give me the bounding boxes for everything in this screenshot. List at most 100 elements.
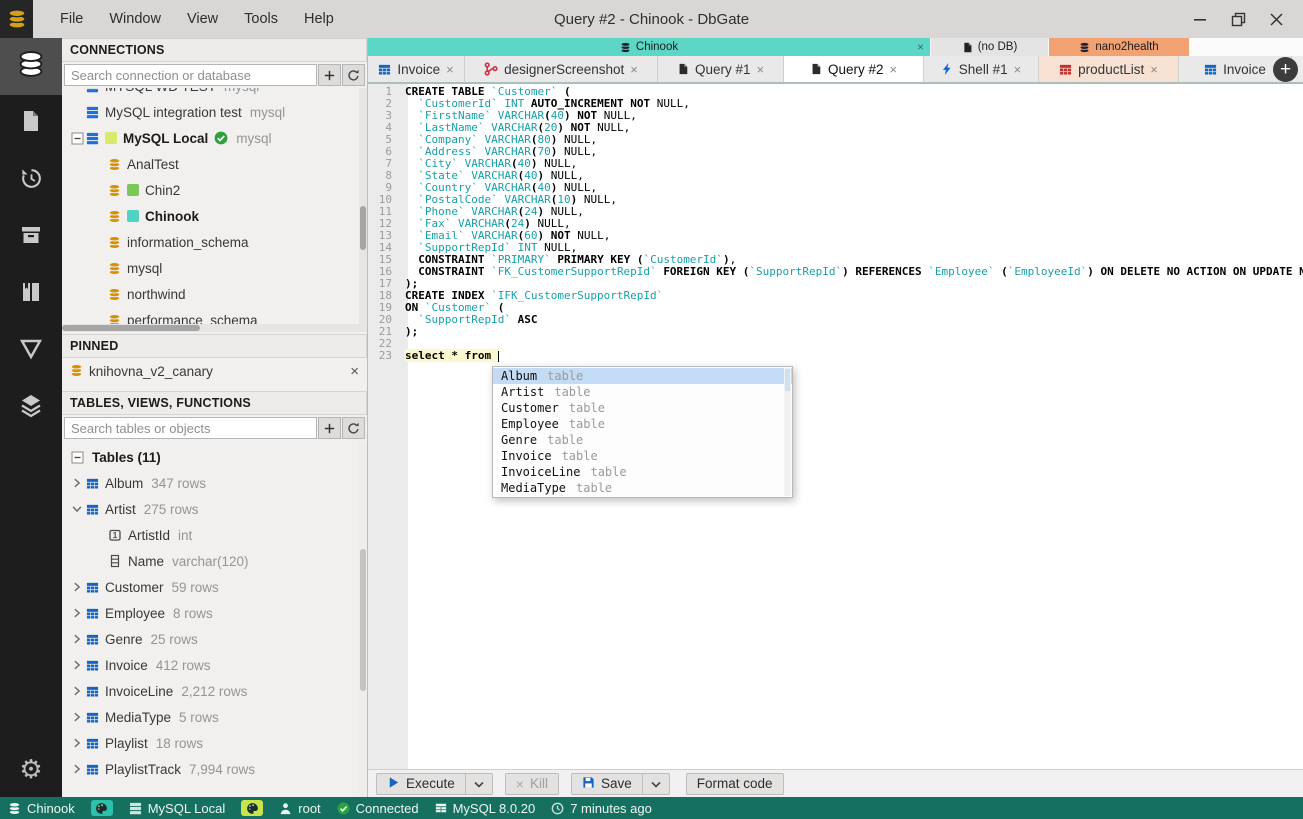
save-dropdown-button[interactable]	[642, 772, 670, 795]
autocomplete-item-artist[interactable]: Artist table	[493, 384, 792, 400]
collapse-icon[interactable]	[70, 451, 84, 464]
chevron-right-icon[interactable]	[70, 763, 84, 775]
status-root[interactable]: root	[279, 801, 321, 816]
connection-item-mysql-integration-test[interactable]: MySQL integration test mysql	[62, 99, 367, 125]
table-item-tables-11-[interactable]: Tables (11)	[62, 444, 367, 470]
tab-query-2[interactable]: Query #2 ×	[784, 56, 924, 82]
close-button[interactable]	[1261, 4, 1291, 34]
refresh-tables-button[interactable]	[342, 417, 365, 439]
activity-archive-icon[interactable]	[0, 209, 62, 266]
table-item-playlisttrack[interactable]: PlaylistTrack 7,994 rows	[62, 756, 367, 782]
autocomplete-scrollbar[interactable]	[784, 368, 791, 496]
close-tab-icon[interactable]: ×	[756, 62, 764, 77]
chevron-down-icon[interactable]	[70, 503, 84, 515]
autocomplete-item-invoice[interactable]: Invoice table	[493, 448, 792, 464]
refresh-connections-button[interactable]	[342, 64, 365, 86]
activity-funnel-icon[interactable]	[0, 323, 62, 380]
table-item-customer[interactable]: Customer 59 rows	[62, 574, 367, 600]
menu-item-view[interactable]: View	[174, 0, 231, 38]
close-tab-icon[interactable]: ×	[1014, 62, 1022, 77]
table-item-genre[interactable]: Genre 25 rows	[62, 626, 367, 652]
chevron-right-icon[interactable]	[70, 711, 84, 723]
menu-item-file[interactable]: File	[47, 0, 96, 38]
connections-vscrollbar[interactable]	[359, 88, 367, 332]
tables-vscrollbar[interactable]	[359, 441, 367, 797]
save-button[interactable]: Save	[570, 772, 643, 795]
connection-item-mysql-wd-test[interactable]: MYSQL WD TEST mysql	[62, 88, 367, 99]
tab-invoice[interactable]: Invoice ×	[368, 56, 465, 82]
add-table-button[interactable]	[318, 417, 341, 439]
minimize-button[interactable]	[1185, 4, 1215, 34]
tab-query-1[interactable]: Query #1 ×	[658, 56, 784, 82]
chevron-right-icon[interactable]	[70, 737, 84, 749]
status-chinook[interactable]: Chinook	[8, 801, 75, 816]
connection-item-chinook[interactable]: Chinook	[62, 203, 367, 229]
connection-item-mysql-local[interactable]: MySQL Local mysql	[62, 125, 367, 151]
table-item-employee[interactable]: Employee 8 rows	[62, 600, 367, 626]
status-mysql-8-0-20[interactable]: MySQL 8.0.20	[435, 801, 535, 816]
connection-item-mysql[interactable]: mysql	[62, 255, 367, 281]
connection-item-information-schema[interactable]: information_schema	[62, 229, 367, 255]
activity-file-icon[interactable]	[0, 95, 62, 152]
status-connected[interactable]: Connected	[337, 801, 419, 816]
autocomplete-item-genre[interactable]: Genre table	[493, 432, 792, 448]
execute-dropdown-button[interactable]	[465, 772, 493, 795]
tab-group-chinook[interactable]: Chinook ×	[368, 38, 930, 56]
tab-shell-1[interactable]: Shell #1 ×	[924, 56, 1039, 82]
close-tab-icon[interactable]: ×	[630, 62, 638, 77]
chevron-right-icon[interactable]	[70, 659, 84, 671]
table-item-name[interactable]: Name varchar(120)	[62, 548, 367, 574]
activity-history-icon[interactable]	[0, 152, 62, 209]
close-tab-icon[interactable]: ×	[446, 62, 454, 77]
chevron-right-icon[interactable]	[70, 685, 84, 697]
status-7-minutes-ago[interactable]: 7 minutes ago	[551, 801, 652, 816]
autocomplete-item-customer[interactable]: Customer table	[493, 400, 792, 416]
unpin-close-icon[interactable]: ×	[350, 363, 359, 380]
autocomplete-item-employee[interactable]: Employee table	[493, 416, 792, 432]
connection-item-analtest[interactable]: AnalTest	[62, 151, 367, 177]
activity-layers-icon[interactable]	[0, 380, 62, 437]
tables-search-input[interactable]	[64, 417, 317, 439]
table-item-artist[interactable]: Artist 275 rows	[62, 496, 367, 522]
table-item-album[interactable]: Album 347 rows	[62, 470, 367, 496]
connection-item-northwind[interactable]: northwind	[62, 281, 367, 307]
tab-group-nano2health[interactable]: nano2health	[1049, 38, 1189, 56]
activity-database-icon[interactable]	[0, 38, 62, 95]
table-item-mediatype[interactable]: MediaType 5 rows	[62, 704, 367, 730]
restore-button[interactable]	[1223, 4, 1253, 34]
tab-group--no-db-[interactable]: (no DB)	[931, 38, 1048, 56]
close-tab-icon[interactable]: ×	[1150, 62, 1158, 77]
table-item-playlist[interactable]: Playlist 18 rows	[62, 730, 367, 756]
status-mysql-local[interactable]: MySQL Local	[129, 801, 225, 816]
autocomplete-item-mediatype[interactable]: MediaType table	[493, 480, 792, 496]
execute-button[interactable]: Execute	[376, 772, 466, 795]
connection-item-chin2[interactable]: Chin2	[62, 177, 367, 203]
connections-hscrollbar[interactable]	[62, 324, 359, 332]
pinned-item[interactable]: knihovna_v2_canary ×	[62, 358, 367, 385]
collapse-icon[interactable]	[70, 132, 84, 145]
settings-button[interactable]: ⚙	[0, 740, 62, 797]
menu-item-window[interactable]: Window	[96, 0, 174, 38]
sql-editor[interactable]: 1 CREATE TABLE `Customer` (2 `CustomerId`…	[368, 84, 1303, 769]
tab-designerscreenshot[interactable]: designerScreenshot ×	[465, 56, 658, 82]
chevron-right-icon[interactable]	[70, 477, 84, 489]
new-tab-button[interactable]: +	[1273, 57, 1298, 82]
chevron-right-icon[interactable]	[70, 607, 84, 619]
kill-button[interactable]: × Kill	[504, 772, 559, 795]
color-indicator-chip[interactable]	[90, 800, 113, 816]
autocomplete-item-invoiceline[interactable]: InvoiceLine table	[493, 464, 792, 480]
tab-productlist[interactable]: productList ×	[1039, 56, 1179, 82]
autocomplete-item-album[interactable]: Album table	[493, 368, 792, 384]
connections-search-input[interactable]	[64, 64, 317, 86]
close-group-icon[interactable]: ×	[917, 40, 924, 54]
table-item-invoiceline[interactable]: InvoiceLine 2,212 rows	[62, 678, 367, 704]
table-item-artistid[interactable]: 1 ArtistId int	[62, 522, 367, 548]
chevron-right-icon[interactable]	[70, 633, 84, 645]
menu-item-help[interactable]: Help	[291, 0, 347, 38]
format-code-button[interactable]: Format code	[685, 772, 784, 795]
activity-book-icon[interactable]	[0, 266, 62, 323]
menu-item-tools[interactable]: Tools	[231, 0, 291, 38]
add-connection-button[interactable]	[318, 64, 341, 86]
table-item-invoice[interactable]: Invoice 412 rows	[62, 652, 367, 678]
close-tab-icon[interactable]: ×	[889, 62, 897, 77]
